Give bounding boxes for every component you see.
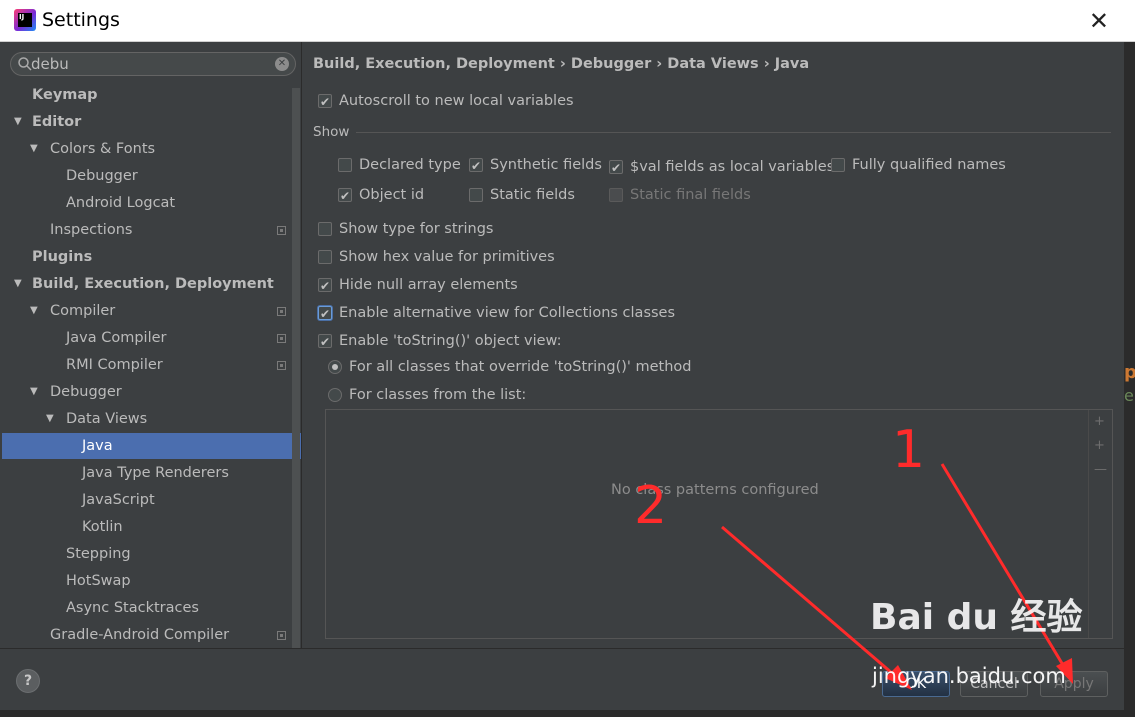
baidu-watermark-logo: Bai du 经验 <box>870 597 1083 638</box>
baidu-watermark-url: jingyan.baidu.com <box>872 664 1066 688</box>
editor-bottom-strip <box>0 710 1135 717</box>
